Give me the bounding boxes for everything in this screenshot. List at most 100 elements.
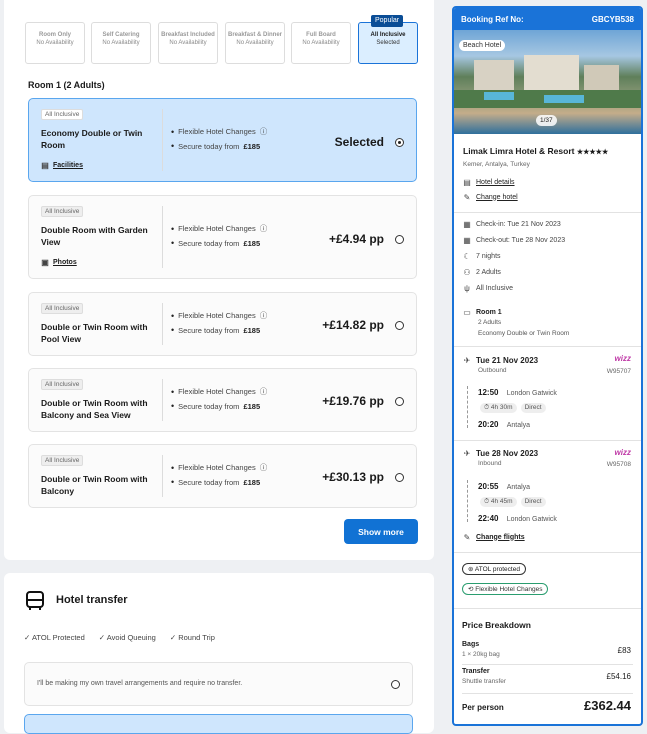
divider <box>162 379 163 421</box>
feature-secure: • Secure today from £185 <box>171 141 261 151</box>
board-option-self-catering[interactable]: Self Catering No Availability <box>91 22 151 64</box>
room-radio[interactable] <box>395 397 404 406</box>
change-flights-link[interactable]: ✎ Change flights <box>463 532 525 542</box>
board-name: All Inclusive <box>370 32 406 38</box>
pencil-icon: ✎ <box>463 532 471 542</box>
divider <box>454 440 641 441</box>
feature-text: Flexible Hotel Changes <box>178 463 256 472</box>
transfer-label: Transfer <box>462 668 490 675</box>
divider <box>454 552 641 553</box>
no-transfer-text: I'll be making my own travel arrangement… <box>37 680 243 687</box>
info-icon[interactable]: ⓘ <box>260 126 268 137</box>
booking-ref-label: Booking Ref No: <box>461 14 524 24</box>
facilities-label: Facilities <box>53 161 83 169</box>
transfer-option[interactable] <box>24 714 413 734</box>
room-name: Double Room with Garden View <box>41 225 148 247</box>
board-name: Breakfast & Dinner <box>227 32 283 38</box>
room-option-card[interactable]: All Inclusive Economy Double or Twin Roo… <box>28 98 417 182</box>
outbound-departure: 12:50 London Gatwick <box>478 388 557 397</box>
hotel-transfer-panel: Hotel transfer ✓ ATOL Protected ✓ Avoid … <box>4 573 434 734</box>
room-option-card[interactable]: All Inclusive Double or Twin Room with B… <box>28 444 417 508</box>
room-price: +£14.82 pp <box>322 318 384 332</box>
airline-logo: wizz <box>614 354 631 363</box>
checkout-row: ▦ Check-out: Tue 28 Nov 2023 <box>463 235 566 245</box>
photo-icon: ▣ <box>41 257 49 267</box>
outbound-duration: ⏱ 4h 30m Direct <box>480 403 546 413</box>
hotel-image[interactable]: Beach Hotel 1/37 <box>454 30 641 134</box>
board-status: No Availability <box>36 40 74 46</box>
feature-amount: £185 <box>243 325 261 335</box>
room-option-card[interactable]: All Inclusive Double or Twin Room with B… <box>28 368 417 432</box>
transfer-title: Hotel transfer <box>56 594 128 606</box>
facilities-icon: ▤ <box>41 160 49 170</box>
feature-secure: • Secure today from £185 <box>171 325 261 335</box>
benefit-atol: ✓ ATOL Protected <box>24 633 85 642</box>
change-hotel-link[interactable]: ✎ Change hotel <box>463 193 518 202</box>
feature-text: Secure today from <box>178 238 240 248</box>
room-price: Selected <box>334 135 384 149</box>
feature-secure: • Secure today from £185 <box>171 238 261 248</box>
popular-badge: Popular <box>371 15 404 27</box>
show-more-button[interactable]: Show more <box>344 519 418 544</box>
feature-amount: £185 <box>243 238 261 248</box>
board-option-breakfast-dinner[interactable]: Breakfast & Dinner No Availability <box>225 22 285 64</box>
board-option-full-board[interactable]: Full Board No Availability <box>291 22 351 64</box>
benefit-queue: ✓ Avoid Queuing <box>98 633 156 642</box>
board-name: Self Catering <box>102 32 140 38</box>
booking-ref-bar: Booking Ref No: GBCYB538 <box>454 8 641 30</box>
no-transfer-radio[interactable] <box>391 680 400 689</box>
room-radio[interactable] <box>395 138 404 147</box>
image-counter: 1/37 <box>536 115 557 126</box>
board-option-room-only[interactable]: Room Only No Availability <box>25 22 85 64</box>
room-option-card[interactable]: All Inclusive Double Room with Garden Vi… <box>28 195 417 279</box>
inbound-arrival: 22:40 London Gatwick <box>478 514 557 523</box>
calendar-icon: ▦ <box>463 235 471 245</box>
feature-secure: • Secure today from £185 <box>171 401 261 411</box>
room-radio[interactable] <box>395 473 404 482</box>
room-summary-type: Economy Double or Twin Room <box>478 330 570 337</box>
feature-secure: • Secure today from £185 <box>171 477 261 487</box>
board-tag: All Inclusive <box>41 206 84 217</box>
feature-amount: £185 <box>243 401 261 411</box>
feature-text: Flexible Hotel Changes <box>178 387 256 396</box>
feature-flexible: • Flexible Hotel Changes ⓘ <box>171 386 268 397</box>
board-option-breakfast[interactable]: Breakfast Included No Availability <box>158 22 218 64</box>
hotel-details-link[interactable]: ▤ Hotel details <box>463 178 514 187</box>
info-icon[interactable]: ⓘ <box>260 310 268 321</box>
feature-flexible: • Flexible Hotel Changes ⓘ <box>171 223 268 234</box>
room-radio[interactable] <box>395 235 404 244</box>
inbound-flight-no: W95708 <box>606 461 631 468</box>
board-status: No Availability <box>102 40 140 46</box>
board-option-all-inclusive[interactable]: Popular All Inclusive Selected <box>358 15 418 64</box>
room-name: Double or Twin Room with Balcony <box>41 474 148 496</box>
transfer-detail: Shuttle transfer <box>462 678 507 685</box>
divider <box>162 455 163 497</box>
photos-link[interactable]: ▣ Photos <box>41 257 77 267</box>
room-option-card[interactable]: All Inclusive Double or Twin Room with P… <box>28 292 417 356</box>
board-status: No Availability <box>169 40 207 46</box>
booking-ref: GBCYB538 <box>591 14 634 24</box>
info-icon[interactable]: ⓘ <box>260 223 268 234</box>
board-tag: All Inclusive <box>41 303 84 314</box>
board-status: No Availability <box>236 40 274 46</box>
facilities-link[interactable]: ▤ Facilities <box>41 160 83 170</box>
nights-row: ☾ 7 nights <box>463 251 501 261</box>
photos-label: Photos <box>53 258 77 266</box>
no-transfer-option[interactable]: I'll be making my own travel arrangement… <box>24 662 413 706</box>
info-icon[interactable]: ⓘ <box>260 386 268 397</box>
feature-amount: £185 <box>243 477 261 487</box>
feature-flexible: • Flexible Hotel Changes ⓘ <box>171 310 268 321</box>
hotel-name: Limak Limra Hotel & Resort ★★★★★ <box>463 146 609 156</box>
adults-row: ⚇ 2 Adults <box>463 267 501 277</box>
inbound-date-row: ✈ Tue 28 Nov 2023 <box>463 449 539 458</box>
feature-text: Secure today from <box>178 401 240 411</box>
room-radio[interactable] <box>395 321 404 330</box>
divider <box>462 693 633 694</box>
outbound-arrival: 20:20 Antalya <box>478 420 531 429</box>
divider <box>162 206 163 268</box>
divider <box>454 608 641 609</box>
bus-icon <box>24 590 46 612</box>
outbound-date-row: ✈ Tue 21 Nov 2023 <box>463 356 539 365</box>
info-icon[interactable]: ⓘ <box>260 462 268 473</box>
plane-icon: ✈ <box>463 356 471 365</box>
